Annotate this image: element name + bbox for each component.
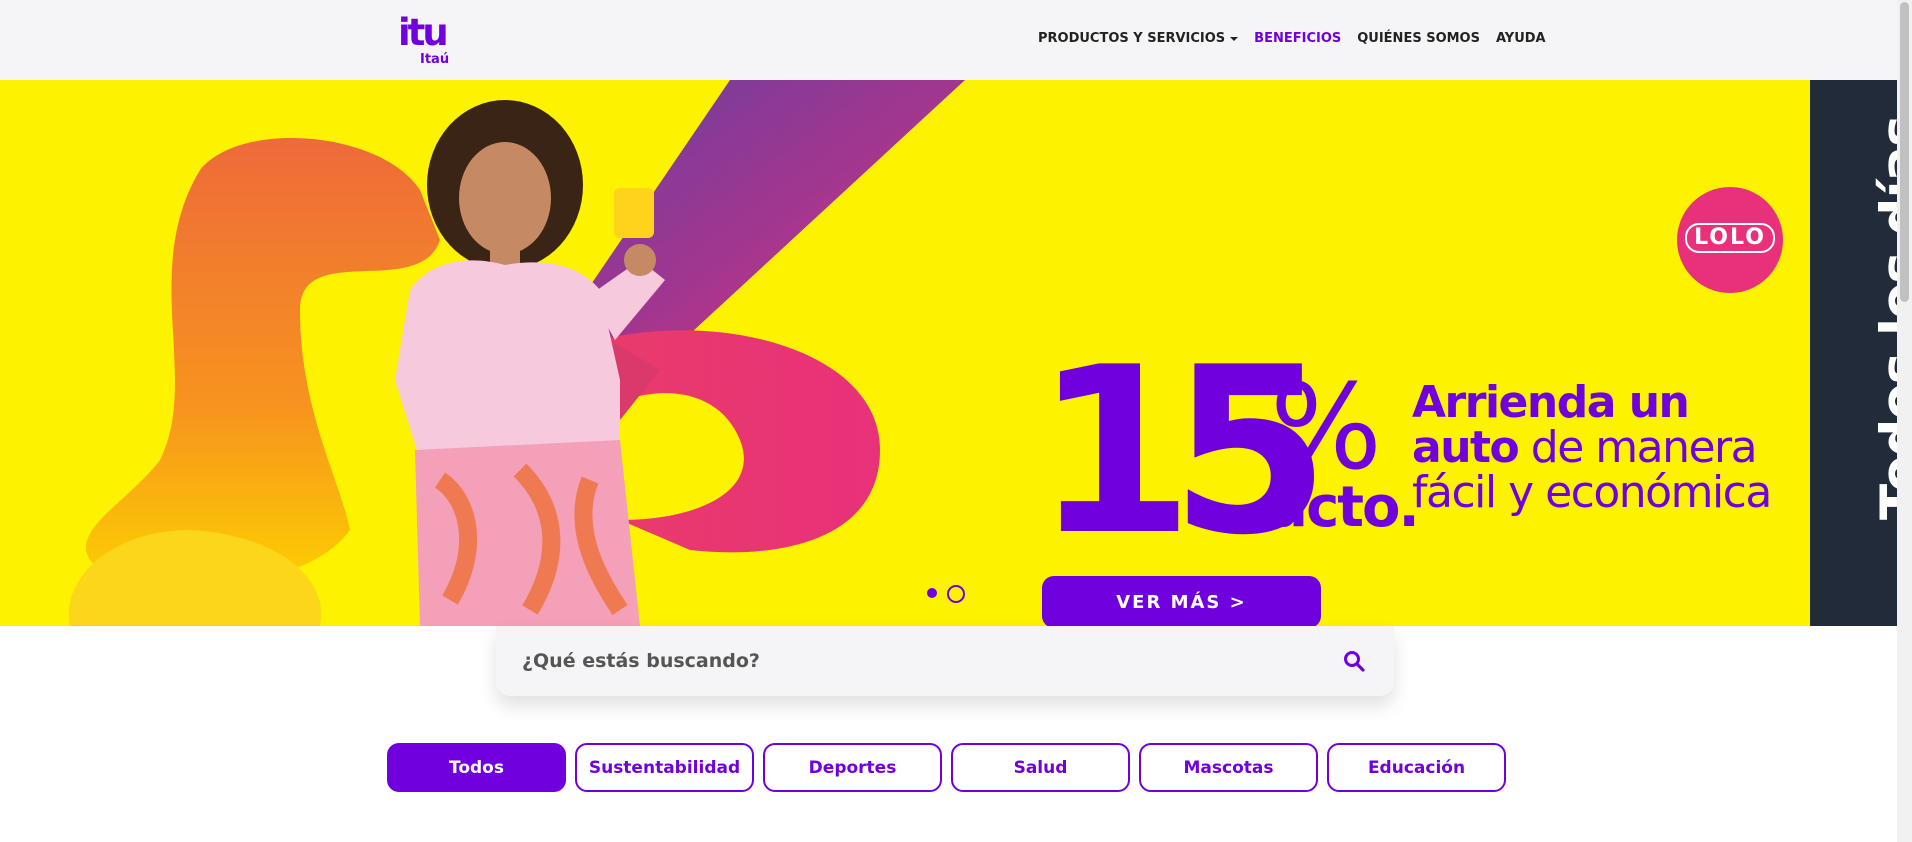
hero-banner[interactable]: LOLO 15 % dcto. Arrienda un auto de mane… (0, 80, 1810, 626)
nav-item-label: PRODUCTOS Y SERVICIOS (1038, 31, 1226, 46)
filter-sustentabilidad[interactable]: Sustentabilidad (575, 743, 754, 792)
discount-number: 15 (1034, 319, 1330, 586)
logo-wordmark: itu (398, 11, 449, 54)
page-scrollbar[interactable] (1897, 0, 1912, 842)
filter-todos[interactable]: Todos (387, 743, 566, 792)
promo-text: Arrienda un auto de manera fácil y econó… (1412, 380, 1772, 515)
chevron-down-icon (1230, 36, 1239, 41)
filter-deportes[interactable]: Deportes (763, 743, 942, 792)
lolo-logo-text: LOLO (1685, 223, 1775, 253)
discount-suffix: dcto. (1268, 475, 1420, 540)
filter-salud[interactable]: Salud (951, 743, 1130, 792)
search-input[interactable] (522, 644, 1302, 678)
lolo-partner-logo: LOLO (1677, 187, 1783, 293)
scrollbar-thumb[interactable] (1900, 2, 1909, 302)
nav-item-ayuda[interactable]: AYUDA (1496, 31, 1546, 46)
nav-item-quienes-somos[interactable]: QUIÉNES SOMOS (1357, 31, 1480, 46)
site-header: itu Itaú PRODUCTOS Y SERVICIOS BENEFICIO… (0, 0, 1897, 80)
promo-bold-line: Arrienda un (1412, 377, 1690, 428)
search-icon[interactable] (1342, 649, 1366, 673)
page: itu Itaú PRODUCTOS Y SERVICIOS BENEFICIO… (0, 0, 1912, 842)
carousel-dot-2[interactable] (947, 585, 965, 603)
promo-rest: de manera (1518, 422, 1758, 473)
filter-educacion[interactable]: Educación (1327, 743, 1506, 792)
promo-bold-word: auto (1412, 422, 1520, 473)
promo-line-3: fácil y económica (1412, 467, 1772, 518)
discount-percent-symbol: % (1270, 358, 1383, 496)
ver-mas-button[interactable]: VER MÁS > (1042, 576, 1321, 626)
nav-item-beneficios[interactable]: BENEFICIOS (1254, 31, 1341, 46)
search-bar (496, 626, 1394, 696)
filter-mascotas[interactable]: Mascotas (1139, 743, 1318, 792)
main-nav: PRODUCTOS Y SERVICIOS BENEFICIOS QUIÉNES… (1038, 31, 1546, 46)
category-filters: Todos Sustentabilidad Deportes Salud Mas… (387, 743, 1506, 792)
carousel-dot-1[interactable] (927, 588, 937, 598)
banner-artwork (68, 80, 965, 626)
logo-subtitle: Itaú (420, 52, 450, 67)
itu-logo[interactable]: itu Itaú (398, 11, 450, 68)
nav-item-productos[interactable]: PRODUCTOS Y SERVICIOS (1038, 31, 1239, 46)
